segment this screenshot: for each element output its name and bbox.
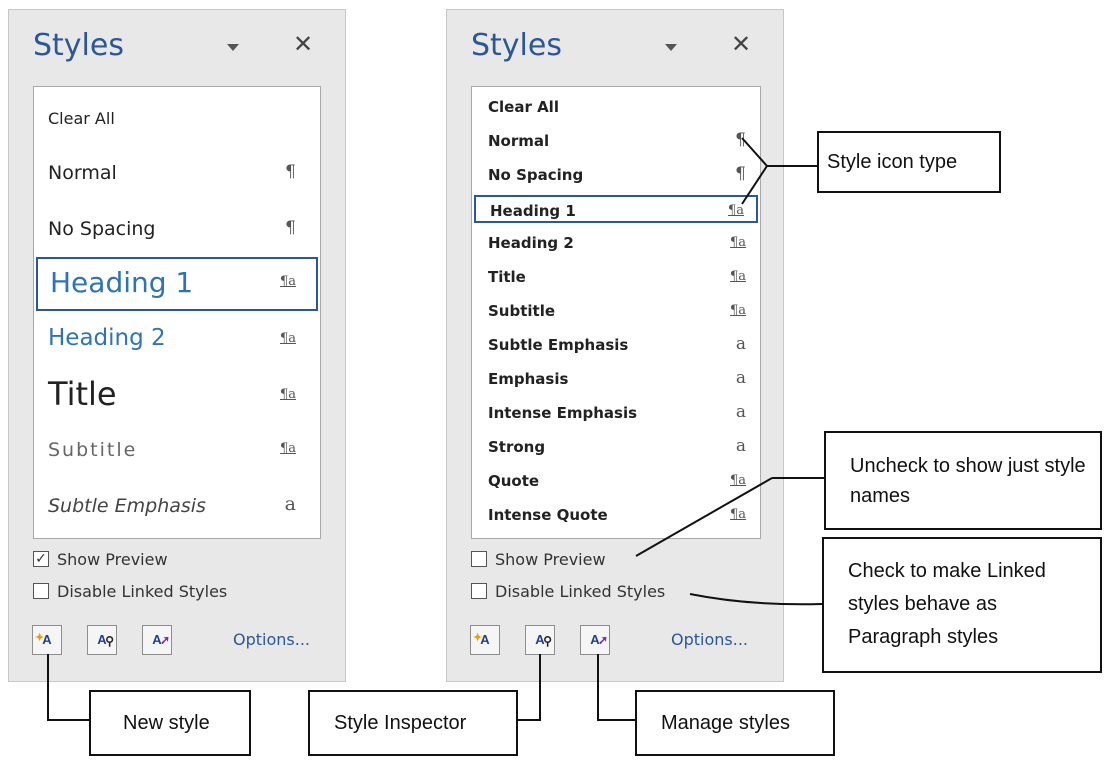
callout-line-manage-styles bbox=[597, 654, 635, 721]
callout-line-style-inspector bbox=[518, 654, 541, 721]
callout-text: Uncheck to show just style names bbox=[850, 455, 1086, 507]
callout-line-style-icon-type-upper bbox=[741, 137, 817, 167]
callout-new-style: New style bbox=[89, 690, 251, 756]
callout-line-new-style bbox=[47, 654, 89, 721]
callout-line-show-preview bbox=[635, 477, 773, 557]
callout-text: Style icon type bbox=[827, 151, 958, 173]
callout-style-inspector: Style Inspector bbox=[308, 690, 518, 756]
callout-text: New style bbox=[123, 712, 210, 734]
callout-line-style-icon-type-lower bbox=[741, 165, 768, 205]
callout-text: Manage styles bbox=[661, 712, 790, 734]
callout-text: Check to make Linked styles behave as Pa… bbox=[848, 560, 1046, 648]
callout-manage-styles: Manage styles bbox=[635, 690, 835, 756]
callout-show-names: Uncheck to show just style names bbox=[824, 431, 1102, 530]
callout-linked-styles: Check to make Linked styles behave as Pa… bbox=[822, 537, 1102, 673]
callout-line-disable-linked bbox=[689, 593, 823, 606]
callout-style-icon-type: Style icon type bbox=[817, 131, 1001, 193]
callout-text: Style Inspector bbox=[334, 712, 467, 734]
